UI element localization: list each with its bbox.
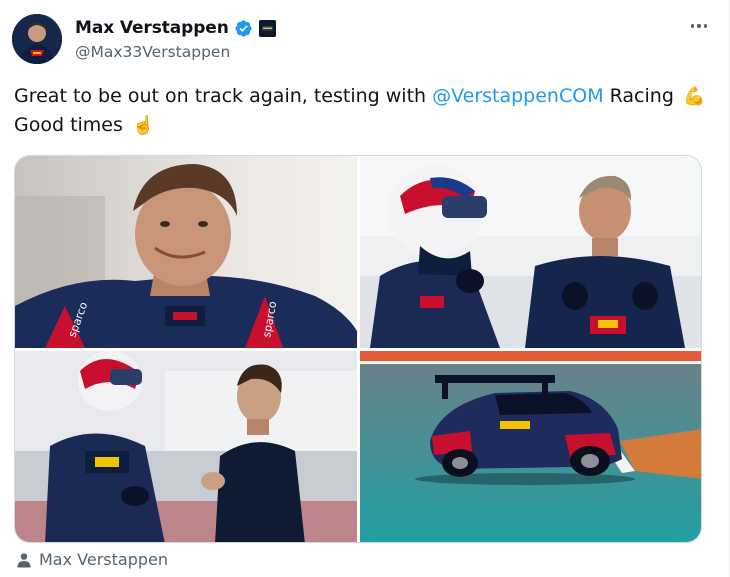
mention-link[interactable]: @VerstappenCOM xyxy=(432,85,603,107)
tagged-users[interactable]: Max Verstappen xyxy=(16,550,168,569)
tagged-user-name[interactable]: Max Verstappen xyxy=(39,550,168,569)
photo-driver-talking[interactable] xyxy=(15,351,357,542)
person-icon xyxy=(17,552,31,567)
author-handle[interactable]: @Max33Verstappen xyxy=(75,43,276,61)
photo-helmet-and-jos[interactable] xyxy=(360,156,701,348)
tweet-text-part: Racing xyxy=(603,85,674,107)
affiliation-badge-icon[interactable] xyxy=(258,19,276,37)
tweet-card: Max Verstappen @Max33Verstappen Great to… xyxy=(0,0,730,577)
media-grid: sparco sparco xyxy=(14,155,702,543)
tweet-text: Great to be out on track again, testing … xyxy=(14,82,714,140)
tweet-text-line2: Good times xyxy=(14,114,123,136)
author-display-name[interactable]: Max Verstappen xyxy=(75,18,229,38)
author-names: Max Verstappen @Max33Verstappen xyxy=(75,17,276,61)
photo-max-smiling[interactable]: sparco sparco xyxy=(15,156,357,348)
tweet-header: Max Verstappen @Max33Verstappen xyxy=(12,12,713,66)
pointing-up-emoji: ☝️ xyxy=(131,115,155,136)
more-options-icon[interactable] xyxy=(685,16,713,36)
photo-race-car[interactable] xyxy=(360,351,701,542)
tweet-text-part: Great to be out on track again, testing … xyxy=(14,85,433,107)
verified-badge-icon xyxy=(235,19,252,37)
avatar[interactable] xyxy=(12,14,62,64)
flexed-biceps-emoji: 💪 xyxy=(682,86,706,107)
